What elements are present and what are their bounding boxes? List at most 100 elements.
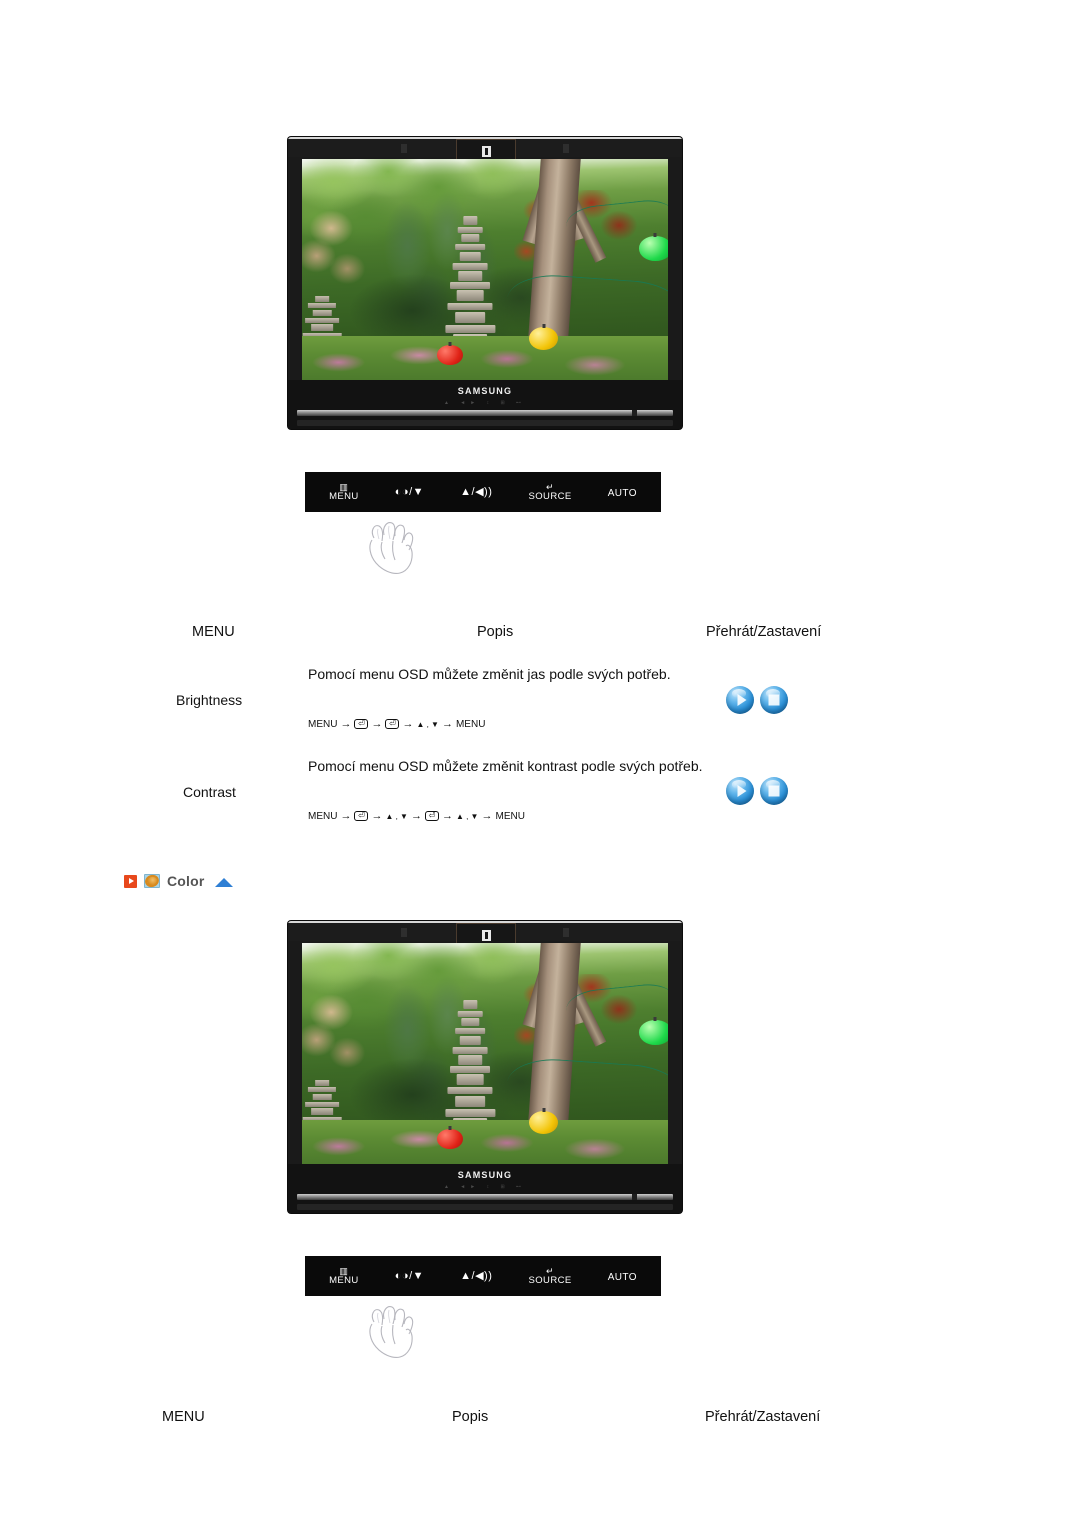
monitor-stand-neck-2 [297, 1194, 673, 1200]
samsung-logo-1: SAMSUNG [457, 386, 513, 396]
source-button-1[interactable]: ↵ SOURCE [529, 482, 572, 502]
menu-button-1[interactable]: ▥ MENU [329, 482, 359, 502]
row-sequence-contrast: MENU → ⏎ → ▲ , ▼ → ⏎ → ▲ , ▼ → MENU [308, 810, 525, 822]
menu-button-label-2: MENU [329, 1275, 359, 1287]
source-button-label-1: SOURCE [528, 491, 572, 503]
seq-c-4-updown-keys: ▲ , ▼ [385, 811, 408, 821]
seq-c-3: → [371, 810, 383, 822]
volume-up-icon-2: ▲/◀)) [460, 1270, 493, 1282]
playstop-brightness [726, 686, 788, 714]
table-header-playstop-top: Přehrát/Zastavení [706, 624, 822, 640]
auto-button-1[interactable]: AUTO [608, 484, 637, 500]
row-description-contrast: Pomocí menu OSD můžete změnit kontrast p… [308, 758, 703, 774]
monitor-chin-icons-2: ▲ ◄► ↕ ⊞ ⊷ [443, 1184, 527, 1190]
seq-c-1: → [340, 810, 352, 822]
brightness-down-icon-2: ◐◑/▼ [394, 1270, 425, 1282]
monitor-stand-knob-2 [632, 1194, 637, 1200]
play-marker-icon [124, 874, 137, 888]
monitor-chin-icons-1: ▲ ◄► ↕ ⊞ ⊷ [443, 400, 527, 406]
auto-button-label-2: AUTO [607, 1272, 637, 1284]
table-header-playstop-bottom: Přehrát/Zastavení [705, 1409, 821, 1425]
samsung-logo-2: SAMSUNG [457, 1170, 513, 1180]
power-icon-2 [481, 929, 491, 941]
volume-up-icon-1: ▲/◀)) [460, 486, 493, 498]
menu-button-2[interactable]: ▥ MENU [329, 1266, 359, 1286]
seq-c-7: → [441, 810, 453, 822]
scene-stone-pagoda [445, 216, 496, 354]
seq-c-2-enter-key: ⏎ [354, 811, 369, 821]
seq-c-5: → [410, 810, 422, 822]
hand-cursor-illustration-1 [358, 518, 428, 585]
scene-lantern-green-2 [638, 1020, 668, 1045]
scene-lantern-green [638, 236, 668, 261]
color-palette-icon [143, 873, 161, 889]
scene-flower-bed [302, 335, 668, 380]
stop-button-contrast[interactable] [760, 777, 788, 805]
table-header-description-bottom: Popis [452, 1409, 489, 1425]
play-icon-contrast [737, 785, 747, 797]
monitor-control-bar-1: ▥ MENU ◐◑/▼ ▲/◀)) ↵ SOURCE AUTO [305, 472, 661, 512]
seq-b-6-updown-keys: ▲ , ▼ [416, 719, 439, 729]
monitor-screen-1 [302, 159, 668, 380]
hand-cursor-illustration-2 [358, 1302, 428, 1369]
table-header-description-top: Popis [477, 624, 514, 640]
row-label-contrast: Contrast [183, 784, 236, 800]
play-button-brightness[interactable] [726, 686, 754, 714]
monitor-stand-base-2 [297, 1204, 673, 1210]
playstop-contrast [726, 777, 788, 805]
power-icon [481, 145, 491, 157]
play-button-contrast[interactable] [726, 777, 754, 805]
volume-up-button-2[interactable]: ▲/◀)) [460, 1270, 493, 1282]
scroll-to-top-icon[interactable] [214, 877, 233, 887]
table-header-menu-top: MENU [192, 624, 235, 640]
scene-flower-bed-2 [302, 1119, 668, 1164]
bezel-dot-right [563, 144, 569, 153]
section-heading-color: Color [124, 873, 233, 889]
monitor-stand-base-1 [297, 420, 673, 426]
source-button-2[interactable]: ↵ SOURCE [529, 1266, 572, 1286]
table-header-menu-bottom: MENU [162, 1409, 205, 1425]
monitor-bezel-top [288, 137, 682, 163]
monitor-control-bar-2: ▥ MENU ◐◑/▼ ▲/◀)) ↵ SOURCE AUTO [305, 1256, 661, 1296]
section-title-color: Color [167, 873, 205, 889]
brightness-down-button-2[interactable]: ◐◑/▼ [394, 1270, 425, 1282]
seq-b-1: → [340, 718, 352, 730]
monitor-bezel-top-2 [288, 921, 682, 947]
stop-icon-brightness [768, 694, 780, 706]
seq-b-3: → [371, 718, 383, 730]
bezel-dot-right-2 [563, 928, 569, 937]
stop-button-brightness[interactable] [760, 686, 788, 714]
seq-b-0: MENU [308, 718, 338, 730]
row-description-brightness: Pomocí menu OSD můžete změnit jas podle … [308, 666, 671, 682]
brightness-down-button-1[interactable]: ◐◑/▼ [394, 486, 425, 498]
seq-c-8-updown-keys: ▲ , ▼ [455, 811, 479, 821]
monitor-stand-neck-1 [297, 410, 673, 416]
monitor-bezel-bottom-2: SAMSUNG ▲ ◄► ↕ ⊞ ⊷ [288, 1164, 682, 1213]
auto-button-2[interactable]: AUTO [608, 1268, 637, 1284]
hand-icon-2 [369, 1306, 414, 1358]
seq-c-6-enter-key: ⏎ [424, 811, 439, 821]
scene-stone-pagoda-2 [445, 1000, 496, 1138]
seq-c-10: MENU [495, 810, 525, 822]
brightness-down-icon-1: ◐◑/▼ [394, 486, 425, 498]
seq-b-5: → [402, 718, 414, 730]
bezel-dot-left-2 [401, 928, 407, 937]
seq-b-2-enter-key: ⏎ [354, 719, 369, 729]
bezel-dot-left [401, 144, 407, 153]
scene-lantern-red [437, 344, 464, 365]
menu-button-label-1: MENU [329, 491, 359, 503]
scene-lantern-red-2 [437, 1128, 464, 1149]
seq-b-8: MENU [455, 718, 486, 730]
row-sequence-brightness: MENU → ⏎ → ⏎ → ▲ , ▼ → MENU [308, 718, 485, 730]
seq-c-0: MENU [308, 810, 338, 822]
monitor-display-2: SAMSUNG ▲ ◄► ↕ ⊞ ⊷ [288, 921, 682, 1213]
monitor-stand-knob-1 [632, 410, 637, 416]
row-label-brightness: Brightness [176, 692, 243, 708]
play-icon-brightness [737, 694, 747, 706]
hand-icon-1 [369, 522, 414, 574]
volume-up-button-1[interactable]: ▲/◀)) [460, 486, 493, 498]
source-button-label-2: SOURCE [528, 1275, 572, 1287]
monitor-display-1: SAMSUNG ▲ ◄► ↕ ⊞ ⊷ [288, 137, 682, 429]
auto-button-label-1: AUTO [607, 488, 637, 500]
stop-icon-contrast [768, 785, 780, 797]
